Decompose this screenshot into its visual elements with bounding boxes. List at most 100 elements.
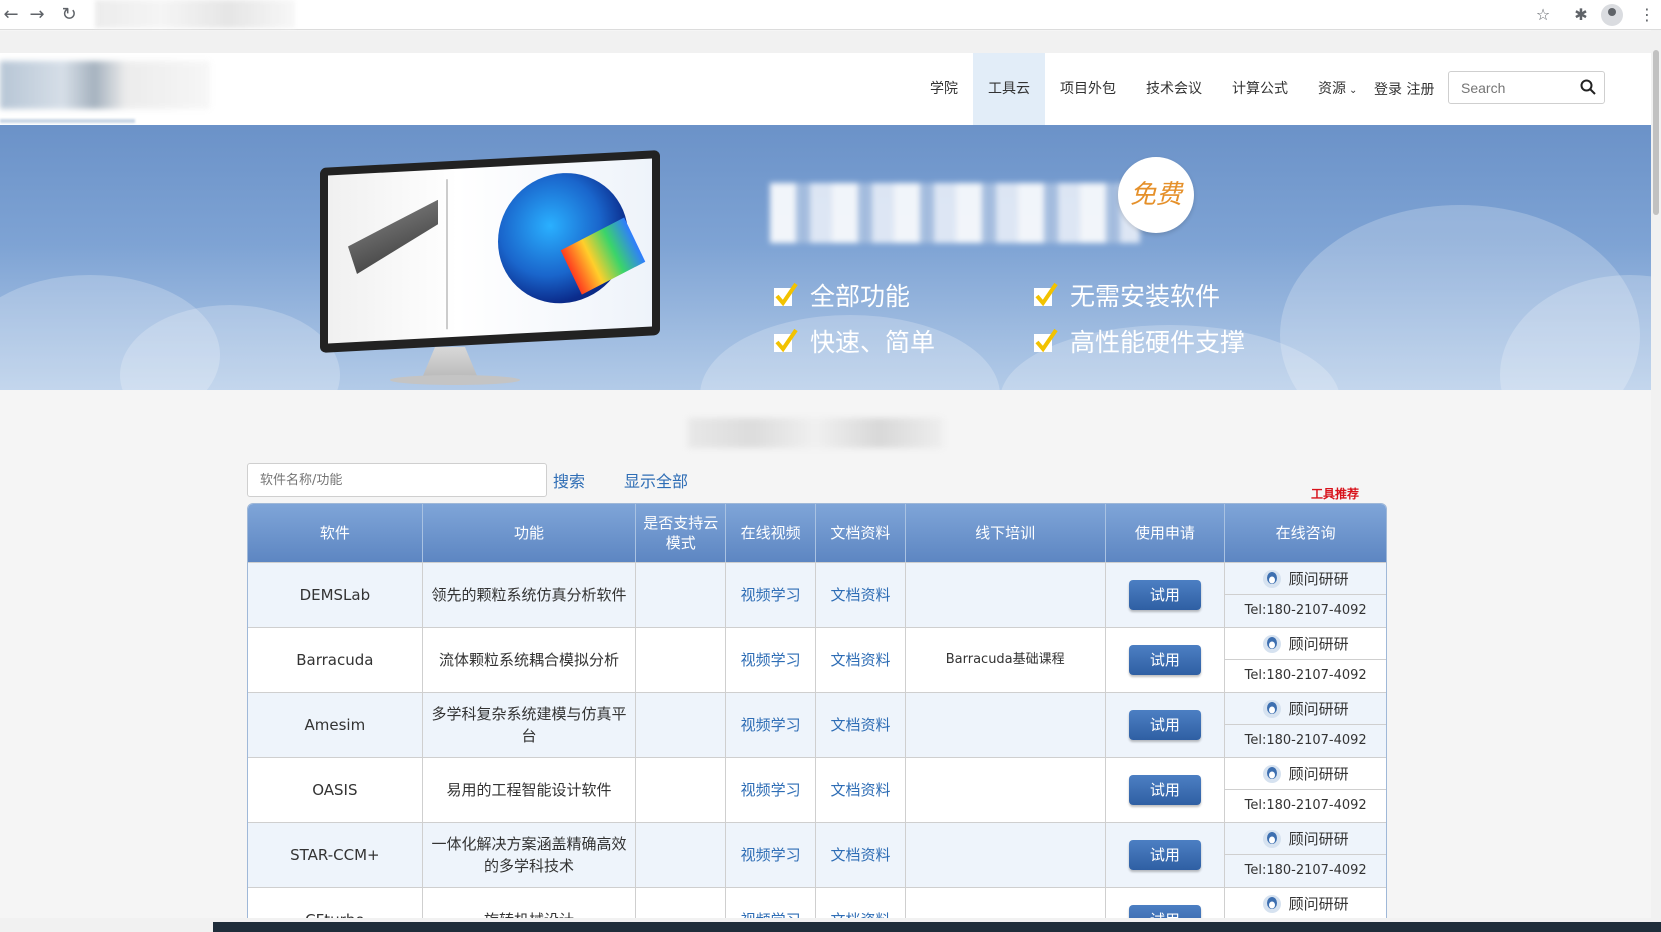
cell-cloud	[636, 823, 727, 887]
consultant-contact[interactable]: 顾问研研	[1225, 628, 1386, 660]
trial-button[interactable]: 试用	[1128, 775, 1201, 805]
nav-item-tool-cloud[interactable]: 工具云	[973, 53, 1045, 125]
cell-software: OASIS	[248, 758, 423, 822]
banner-title-blurred	[770, 183, 1140, 243]
qq-penguin-icon	[1262, 829, 1281, 848]
consultant-contact[interactable]: 顾问研研	[1225, 563, 1386, 595]
page-top-gap	[0, 31, 1651, 53]
consultant-contact[interactable]: 顾问研研	[1225, 758, 1386, 790]
table-row: Amesim 多学科复杂系统建模与仿真平台 视频学习 文档资料 试用 顾问研研 Tel:18…	[248, 692, 1386, 757]
column-header-function: 功能	[423, 504, 637, 562]
extensions-icon[interactable]: ✱	[1570, 4, 1592, 26]
chevron-down-icon: ⌄	[1349, 85, 1358, 96]
table-row: STAR-CCM+ 一体化解决方案涵盖精确高效的多学科技术 视频学习 文档资料 试用 顾问…	[248, 822, 1386, 887]
software-name: OASIS	[312, 781, 358, 799]
free-badge: 免费	[1118, 157, 1194, 233]
consultant-contact[interactable]: 顾问研研	[1225, 823, 1386, 855]
trial-button[interactable]: 试用	[1128, 645, 1201, 675]
nav-item-formulas[interactable]: 计算公式	[1217, 53, 1303, 125]
qq-penguin-icon	[1262, 894, 1281, 913]
video-link[interactable]: 视频学习	[741, 779, 801, 801]
training-course[interactable]: Barracuda基础课程	[946, 649, 1065, 671]
docs-link[interactable]: 文档资料	[830, 584, 890, 606]
software-name: DEMSLab	[299, 586, 371, 604]
cell-cloud	[636, 758, 727, 822]
address-bar-blurred[interactable]	[95, 0, 295, 28]
table-row: OASIS 易用的工程智能设计软件 视频学习 文档资料 试用 顾问研研 Tel:180-21…	[248, 757, 1386, 822]
docs-link[interactable]: 文档资料	[830, 779, 890, 801]
feature-item: 快速、简单	[772, 323, 935, 359]
video-link[interactable]: 视频学习	[741, 714, 801, 736]
cell-function: 一体化解决方案涵盖精确高效的多学科技术	[423, 823, 637, 887]
column-header-docs: 文档资料	[816, 504, 906, 562]
cell-function: 多学科复杂系统建模与仿真平台	[423, 693, 637, 757]
software-search-input[interactable]	[247, 463, 547, 497]
cell-video: 视频学习	[726, 563, 817, 627]
qq-penguin-icon	[1262, 764, 1281, 783]
reload-icon[interactable]: ↻	[58, 4, 80, 26]
tool-recommend-link[interactable]: 工具推荐	[1311, 485, 1359, 502]
main-nav: 学院 工具云 项目外包 技术会议 计算公式 资源 ⌄	[915, 53, 1372, 125]
checkbox-check-icon	[774, 328, 798, 353]
site-search-input[interactable]	[1461, 72, 1579, 103]
video-link[interactable]: 视频学习	[741, 844, 801, 866]
trial-button[interactable]: 试用	[1128, 710, 1201, 740]
forward-arrow-icon[interactable]: →	[26, 4, 48, 26]
software-function: 易用的工程智能设计软件	[446, 781, 612, 799]
consultant-contact[interactable]: 顾问研研	[1225, 888, 1386, 920]
cell-function: 流体颗粒系统耦合模拟分析	[423, 628, 637, 692]
software-function: 领先的颗粒系统仿真分析软件	[431, 586, 627, 604]
search-icon[interactable]	[1580, 79, 1596, 95]
video-link[interactable]: 视频学习	[741, 584, 801, 606]
consultant-phone: Tel:180-2107-4092	[1244, 668, 1367, 683]
column-header-training: 线下培训	[906, 504, 1106, 562]
nav-item-conferences[interactable]: 技术会议	[1131, 53, 1217, 125]
cell-apply: 试用	[1106, 823, 1226, 887]
cell-cloud	[636, 693, 727, 757]
video-link[interactable]: 视频学习	[741, 649, 801, 671]
show-all-link[interactable]: 显示全部	[624, 468, 688, 492]
checkbox-check-icon	[1034, 328, 1058, 353]
docs-link[interactable]: 文档资料	[830, 844, 890, 866]
cell-video: 视频学习	[726, 758, 817, 822]
profile-icon[interactable]	[1601, 4, 1623, 26]
cell-software: Barracuda	[248, 628, 423, 692]
cell-training	[906, 823, 1106, 887]
site-logo[interactable]	[0, 61, 210, 109]
trial-button[interactable]: 试用	[1128, 840, 1201, 870]
software-search-button[interactable]: 搜索	[553, 468, 585, 492]
feature-item: 高性能硬件支撑	[1032, 323, 1245, 359]
table-row: Barracuda 流体颗粒系统耦合模拟分析 视频学习 文档资料 Barracuda基础…	[248, 627, 1386, 692]
menu-icon[interactable]: ⋮	[1636, 4, 1658, 26]
cell-software: DEMSLab	[248, 563, 423, 627]
consultant-contact[interactable]: 顾问研研	[1225, 693, 1386, 725]
checkbox-check-icon	[1034, 282, 1058, 307]
docs-link[interactable]: 文档资料	[830, 649, 890, 671]
table-header: 软件 功能 是否支持云模式 在线视频 文档资料 线下培训 使用申请 在线咨询	[248, 504, 1386, 562]
login-register-link[interactable]: 登录 注册	[1374, 79, 1434, 99]
column-header-apply: 使用申请	[1106, 504, 1226, 562]
software-function: 多学科复杂系统建模与仿真平台	[431, 705, 627, 745]
table-row: DEMSLab 领先的颗粒系统仿真分析软件 视频学习 文档资料 试用 顾问研研 Tel:18…	[248, 562, 1386, 627]
column-header-cloud: 是否支持云模式	[636, 504, 727, 562]
docs-link[interactable]: 文档资料	[830, 714, 890, 736]
consultant-name: 顾问研研	[1288, 894, 1349, 913]
scrollbar-thumb[interactable]	[1653, 50, 1659, 215]
site-search	[1448, 71, 1605, 104]
back-arrow-icon[interactable]: ←	[0, 4, 22, 26]
cell-docs: 文档资料	[816, 823, 906, 887]
nav-item-outsourcing[interactable]: 项目外包	[1045, 53, 1131, 125]
nav-item-resources[interactable]: 资源 ⌄	[1303, 53, 1372, 125]
consultant-phone: Tel:180-2107-4092	[1244, 798, 1367, 813]
star-icon[interactable]: ☆	[1532, 4, 1554, 26]
column-header-software: 软件	[248, 504, 423, 562]
table-body: DEMSLab 领先的颗粒系统仿真分析软件 视频学习 文档资料 试用 顾问研研 Tel:18…	[248, 562, 1386, 932]
cell-docs: 文档资料	[816, 563, 906, 627]
nav-item-academy[interactable]: 学院	[915, 53, 973, 125]
trial-button[interactable]: 试用	[1128, 580, 1201, 610]
cell-docs: 文档资料	[816, 693, 906, 757]
cell-training	[906, 758, 1106, 822]
software-function: 流体颗粒系统耦合模拟分析	[438, 651, 619, 669]
bottom-bar	[0, 918, 1661, 932]
page-scrollbar[interactable]	[1651, 30, 1661, 932]
